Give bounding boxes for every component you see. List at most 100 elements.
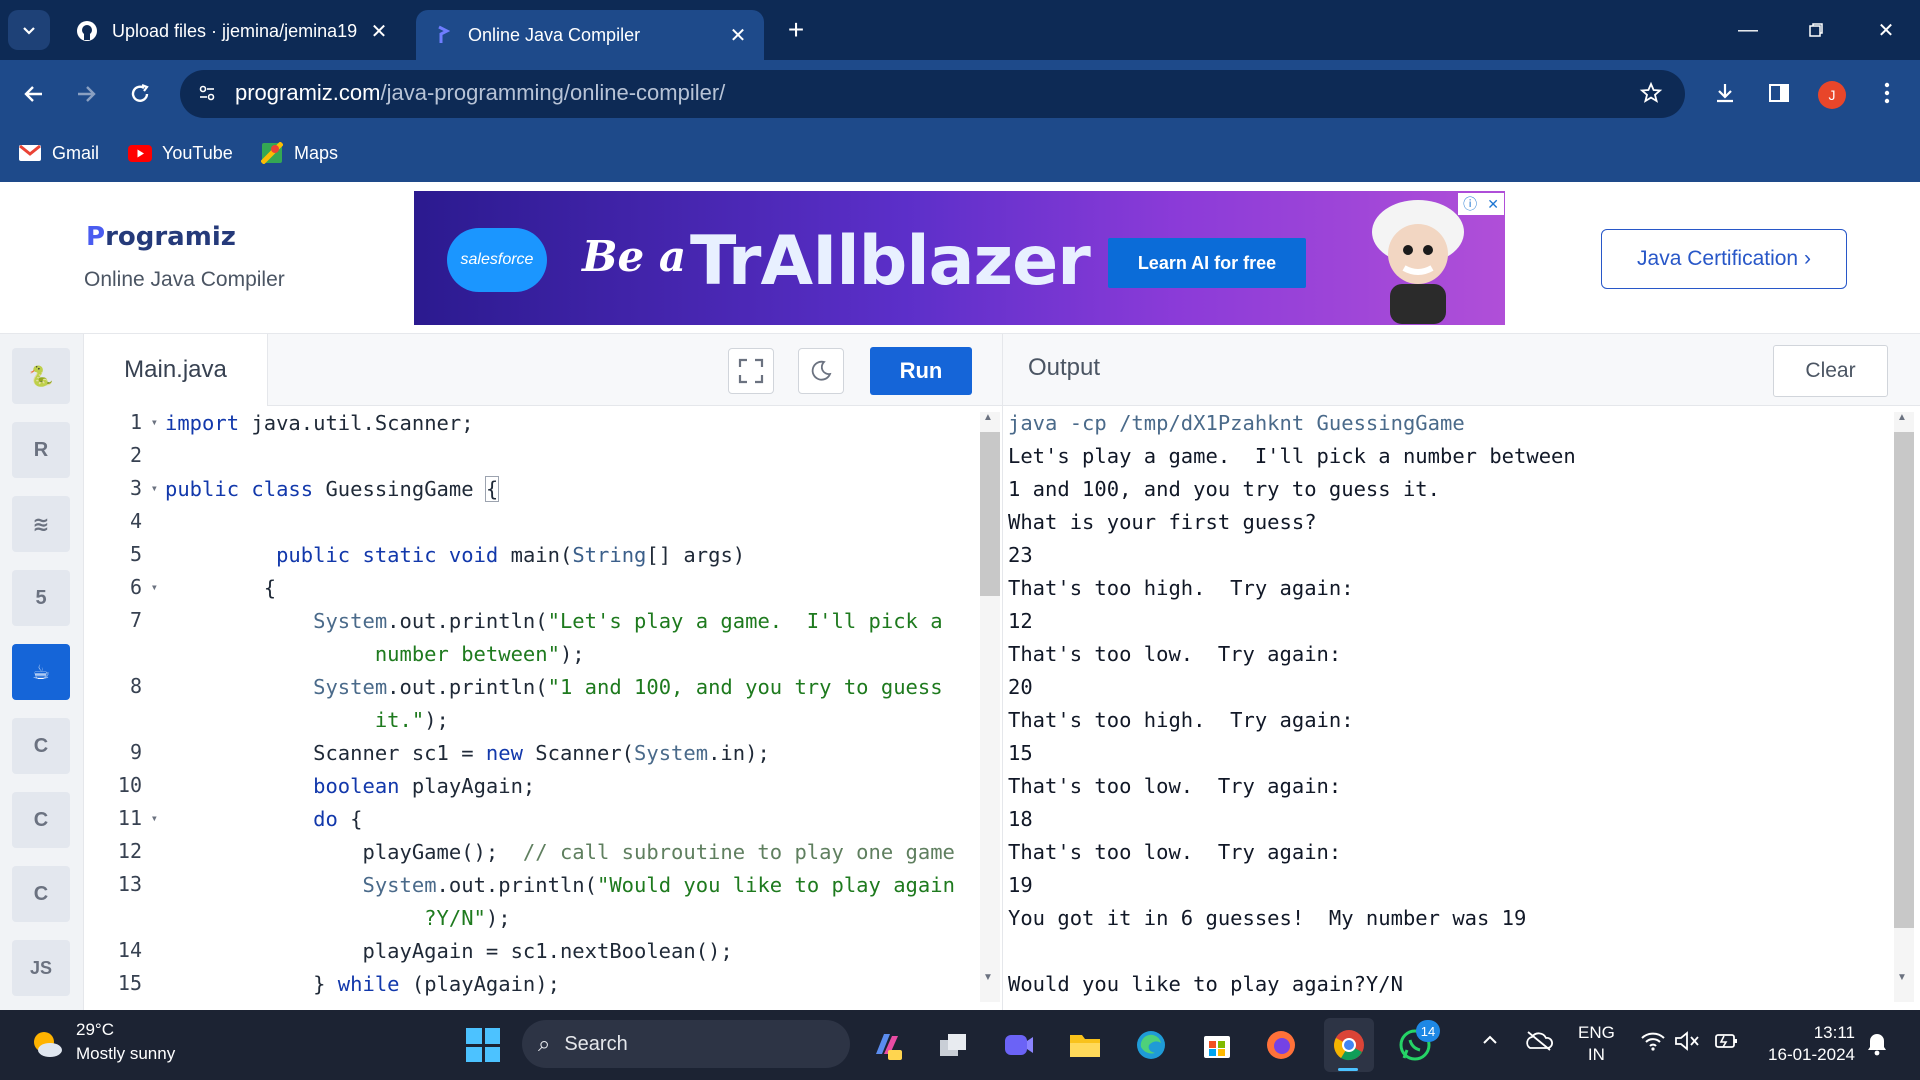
onedrive-offline-icon[interactable] xyxy=(1524,1030,1554,1058)
theme-toggle-button[interactable] xyxy=(798,348,844,394)
output-line: That's too low. Try again: xyxy=(1008,840,1342,864)
ad-close-icon[interactable]: ✕ xyxy=(1487,196,1499,213)
task-view-icon[interactable] xyxy=(932,1024,974,1066)
weather-temperature[interactable]: 29°C xyxy=(76,1020,114,1040)
tab-online-java-compiler[interactable]: Online Java Compiler ✕ xyxy=(416,10,764,60)
salesforce-logo: salesforce xyxy=(447,228,547,292)
chrome-icon[interactable] xyxy=(1328,1024,1370,1066)
file-tab-main-java[interactable]: Main.java xyxy=(84,334,268,406)
close-tab-icon[interactable]: ✕ xyxy=(726,23,750,48)
tab-search-button[interactable] xyxy=(8,10,50,50)
programiz-logo[interactable]: Programiz xyxy=(86,222,236,252)
speaker-muted-icon[interactable] xyxy=(1674,1030,1700,1058)
python-icon: 🐍 xyxy=(28,365,54,388)
clear-button[interactable]: Clear xyxy=(1773,345,1888,397)
battery-charging-icon[interactable] xyxy=(1712,1030,1740,1058)
sidebar-item-html[interactable]: 5 xyxy=(12,570,70,626)
download-icon[interactable] xyxy=(1710,78,1740,108)
scroll-up-arrow-icon[interactable]: ▲ xyxy=(983,412,993,423)
output-scroll-thumb[interactable] xyxy=(1894,432,1914,928)
sidebar-item-python[interactable]: 🐍 xyxy=(12,348,70,404)
output-line: That's too low. Try again: xyxy=(1008,642,1342,666)
fullscreen-icon xyxy=(738,358,764,384)
input-language-indicator[interactable]: ENG IN xyxy=(1578,1022,1615,1066)
bookmark-gmail[interactable]: Gmail xyxy=(18,138,99,168)
url-text[interactable]: programiz.com/java-programming/online-co… xyxy=(235,80,725,106)
sidebar-item-js[interactable]: JS xyxy=(12,940,70,996)
weather-description[interactable]: Mostly sunny xyxy=(76,1044,175,1064)
line-number: 2 xyxy=(129,443,142,467)
fold-arrow-icon[interactable]: ▾ xyxy=(151,802,158,835)
output-line: 19 xyxy=(1008,873,1033,897)
line-number: 14 xyxy=(117,938,142,962)
system-clock[interactable]: 13:11 16-01-2024 xyxy=(1757,1022,1855,1066)
output-line: 15 xyxy=(1008,741,1033,765)
ad-info-icon[interactable]: ⓘ xyxy=(1463,194,1477,214)
region-code: IN xyxy=(1587,1045,1605,1064)
restore-button[interactable] xyxy=(1796,14,1836,46)
sidebar-item-c[interactable]: C xyxy=(12,718,70,774)
notification-bell-icon[interactable] xyxy=(1866,1032,1888,1062)
close-tab-icon[interactable]: ✕ xyxy=(367,19,391,44)
windows-start-icon[interactable] xyxy=(466,1028,500,1062)
bookmark-maps[interactable]: Maps xyxy=(260,138,338,168)
edge-icon[interactable] xyxy=(1130,1024,1172,1066)
sidebar-item-sql[interactable]: ≋ xyxy=(12,496,70,552)
sidebar-item-csharp[interactable]: C xyxy=(12,866,70,922)
sidebar-item-cpp[interactable]: C xyxy=(12,792,70,848)
editor-scroll-thumb[interactable] xyxy=(980,432,1000,596)
code-content[interactable]: import java.util.Scanner; public class G… xyxy=(165,407,955,1001)
site-info-icon[interactable] xyxy=(192,78,222,108)
run-button[interactable]: Run xyxy=(870,347,972,395)
line-number: 8 xyxy=(129,674,142,698)
language-code: ENG xyxy=(1578,1023,1615,1042)
output-title: Output xyxy=(1028,354,1101,381)
file-explorer-icon[interactable] xyxy=(1064,1024,1106,1066)
microsoft-store-icon[interactable] xyxy=(1196,1024,1238,1066)
scroll-down-arrow-icon[interactable]: ▼ xyxy=(983,972,993,983)
java-icon: ☕ xyxy=(32,661,50,684)
scroll-up-arrow-icon[interactable]: ▲ xyxy=(1897,412,1907,423)
js-icon: JS xyxy=(29,957,53,978)
sidebar-item-r[interactable]: R xyxy=(12,422,70,478)
line-number: 4 xyxy=(129,509,142,533)
java-certification-button[interactable]: Java Certification › xyxy=(1601,229,1847,289)
minimize-button[interactable]: — xyxy=(1728,14,1768,46)
output-text[interactable]: java -cp /tmp/dX1Pzahknt GuessingGame Let… xyxy=(1008,407,1576,1001)
ad-choices[interactable]: ⓘ ✕ xyxy=(1458,193,1504,215)
bookmark-star-icon[interactable] xyxy=(1636,78,1666,108)
browser-menu-icon[interactable] xyxy=(1872,78,1902,108)
line-number xyxy=(84,901,160,934)
forward-button[interactable] xyxy=(66,74,106,114)
code-line: playGame(); // call subroutine to play o… xyxy=(165,840,955,864)
sidebar-item-java[interactable]: ☕ xyxy=(12,644,70,700)
copilot-icon[interactable] xyxy=(866,1024,908,1066)
arrow-right-icon xyxy=(78,86,96,102)
wifi-icon[interactable] xyxy=(1640,1030,1666,1058)
scroll-down-arrow-icon[interactable]: ▼ xyxy=(1897,972,1907,983)
fold-arrow-icon[interactable]: ▾ xyxy=(151,406,158,439)
weather-sunny-icon[interactable] xyxy=(28,1026,64,1062)
code-line: public class GuessingGame { xyxy=(165,476,500,502)
fullscreen-button[interactable] xyxy=(728,348,774,394)
teams-meet-icon[interactable] xyxy=(998,1024,1040,1066)
bookmark-label: YouTube xyxy=(162,142,233,163)
line-number: 11 ▾ xyxy=(84,802,160,835)
side-panel-icon[interactable] xyxy=(1764,78,1794,108)
bookmark-youtube[interactable]: YouTube xyxy=(128,138,233,168)
close-window-button[interactable]: ✕ xyxy=(1866,14,1906,46)
tab-github-upload[interactable]: Upload files · jjemina/jemina19 ✕ xyxy=(60,10,405,52)
profile-avatar[interactable]: J xyxy=(1818,81,1846,109)
back-button[interactable] xyxy=(14,74,54,114)
firefox-icon[interactable] xyxy=(1260,1024,1302,1066)
ad-cta-button[interactable]: Learn AI for free xyxy=(1108,238,1306,288)
taskbar-search[interactable]: ⌕ Search xyxy=(522,1020,850,1068)
github-icon xyxy=(74,20,100,42)
new-tab-button[interactable]: + xyxy=(780,14,812,46)
fold-arrow-icon[interactable]: ▾ xyxy=(151,472,158,505)
code-line: Scanner sc1 = new Scanner(System.in); xyxy=(165,741,770,765)
reload-button[interactable] xyxy=(120,74,160,114)
fold-arrow-icon[interactable]: ▾ xyxy=(151,571,158,604)
show-hidden-icons-chevron-icon[interactable] xyxy=(1480,1030,1500,1056)
code-line: ?Y/N"); xyxy=(165,906,511,930)
